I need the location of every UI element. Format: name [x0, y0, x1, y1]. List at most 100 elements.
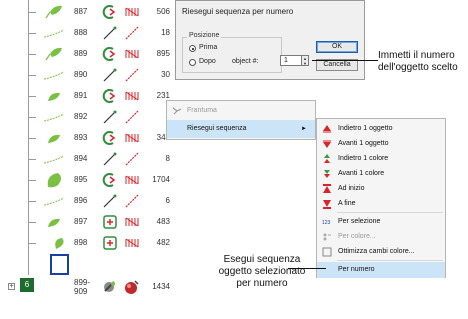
object-number-spinner[interactable]: ▲ ▼ — [302, 55, 309, 66]
tree-branch-line — [28, 243, 36, 244]
object-number-input[interactable]: 1 — [280, 55, 302, 66]
color-ball-icon — [124, 279, 140, 295]
menu-item-riesegui-sequenza[interactable]: Riesegui sequenza ► — [167, 120, 315, 138]
position-group-label: Posizione — [187, 32, 222, 39]
stitch-count: 8 — [165, 154, 170, 163]
stitch-type-icon — [124, 130, 140, 146]
submenu-item-ad-inizio[interactable]: Ad inizio — [317, 181, 445, 197]
group-number-end: 909 — [74, 287, 88, 296]
stitch-count: 1704 — [152, 175, 170, 184]
menu-item-frantuma[interactable]: Frantuma — [167, 102, 315, 120]
object-thumbnail — [40, 151, 70, 167]
group-row-expander-area: + 6 — [0, 275, 36, 297]
submenu-item-label: Ad inizio — [338, 185, 365, 192]
object-type-icon — [102, 214, 118, 230]
menu-item-frantuma-label: Frantuma — [187, 107, 217, 114]
object-type-icon — [102, 130, 118, 146]
up-color-icon — [322, 154, 332, 164]
submenu-item-label: Indietro 1 colore — [338, 155, 389, 162]
submenu-item-indietro-1-colore[interactable]: Indietro 1 colore — [317, 151, 445, 167]
resequence-by-number-dialog: Riesegui sequenza per numero Posizione P… — [175, 0, 365, 80]
radio-prima[interactable]: Prima — [189, 44, 259, 54]
expand-icon[interactable]: + — [8, 283, 15, 290]
object-thumbnail — [40, 67, 70, 83]
tree-branch-line — [28, 222, 36, 223]
ok-button[interactable]: OK — [316, 41, 358, 53]
context-menu: Frantuma Riesegui sequenza ► — [166, 100, 316, 140]
object-number: 889 — [74, 49, 88, 58]
tree-branch-line — [28, 12, 36, 13]
callout-enter-number: Immetti il numero dell'oggetto scelto — [378, 50, 468, 74]
group-row[interactable]: 899- 909 1434 — [36, 277, 170, 297]
object-thumbnail — [40, 4, 70, 20]
object-row[interactable]: 894 8 — [36, 149, 170, 169]
break-apart-icon — [172, 107, 182, 115]
stitch-count: 895 — [156, 49, 170, 58]
object-row[interactable]: 887 506 — [36, 2, 170, 22]
selected-object-highlight — [50, 254, 69, 275]
object-type-icon — [102, 151, 118, 167]
object-list-panel: 8875068881888989589030891231892389334889… — [0, 0, 170, 319]
object-type-icon — [102, 67, 118, 83]
up-red-icon — [322, 124, 332, 134]
group-stitch-count: 1434 — [152, 282, 170, 291]
down-color-icon — [322, 169, 332, 179]
radio-dopo-label: Dopo — [199, 58, 216, 65]
radio-dopo-dot[interactable] — [189, 59, 196, 66]
submenu-item-label: Per selezione — [338, 218, 381, 225]
group-badge: 6 — [20, 278, 34, 292]
mixed-stitch-icon — [102, 279, 118, 295]
object-number: 890 — [74, 70, 88, 79]
by-selection-icon: 123 — [322, 217, 332, 227]
object-row[interactable]: 898 482 — [36, 233, 170, 253]
submenu-item-per-selezione[interactable]: 123 Per selezione — [317, 214, 445, 230]
submenu-item-label: Per colore... — [338, 233, 376, 240]
object-number: 893 — [74, 133, 88, 142]
radio-prima-dot[interactable] — [189, 45, 196, 52]
stitch-type-icon — [124, 4, 140, 20]
object-row[interactable]: 895 1704 — [36, 170, 170, 190]
submenu-item-per-colore[interactable]: Per colore... — [317, 229, 445, 245]
object-row[interactable]: 888 18 — [36, 23, 170, 43]
stitch-type-icon — [124, 193, 140, 209]
down-red-icon — [322, 139, 332, 149]
stitch-count: 483 — [156, 217, 170, 226]
tree-branch-line — [28, 138, 36, 139]
object-thumbnail — [40, 235, 70, 251]
object-row[interactable]: 8923 — [36, 107, 170, 127]
object-row[interactable]: 893 348 — [36, 128, 170, 148]
stitch-type-icon — [124, 214, 140, 230]
submenu-item-per-numero[interactable]: Per numero — [317, 262, 445, 278]
object-thumbnail — [40, 193, 70, 209]
submenu-item-a-fine[interactable]: A fine — [317, 196, 445, 212]
submenu-item-ottimizza-cambi-colore[interactable]: Ottimizza cambi colore... — [317, 244, 445, 260]
submenu-item-avanti-1-colore[interactable]: Avanti 1 colore — [317, 166, 445, 182]
group-number-range: 899- 909 — [74, 277, 100, 298]
object-number: 895 — [74, 175, 88, 184]
object-row[interactable]: 890 30 — [36, 65, 170, 85]
submenu-item-avanti-1-oggetto[interactable]: Avanti 1 oggetto — [317, 136, 445, 152]
menu-separator — [337, 212, 443, 213]
submenu-item-label: Ottimizza cambi colore... — [338, 248, 415, 255]
stitch-type-icon — [124, 46, 140, 62]
submenu-item-label: Avanti 1 oggetto — [338, 140, 389, 147]
object-type-icon — [102, 193, 118, 209]
group-number-start: 899- — [74, 278, 91, 287]
tree-branch-line — [28, 201, 36, 202]
stitch-count: 6 — [165, 196, 170, 205]
position-group: Posizione Prima Dopo — [182, 32, 282, 73]
object-type-icon — [102, 4, 118, 20]
object-row[interactable]: 897 483 — [36, 212, 170, 232]
tree-branch-line — [28, 33, 36, 34]
object-row[interactable]: 896 6 — [36, 191, 170, 211]
to-end-icon — [322, 199, 332, 209]
submenu-item-indietro-1-oggetto[interactable]: Indietro 1 oggetto — [317, 121, 445, 137]
object-row[interactable]: 891 231 — [36, 86, 170, 106]
object-type-icon — [102, 25, 118, 41]
by-color-icon — [322, 232, 332, 242]
object-row[interactable]: 889 895 — [36, 44, 170, 64]
object-type-icon — [102, 235, 118, 251]
object-number: 898 — [74, 238, 88, 247]
object-type-icon — [102, 88, 118, 104]
submenu-item-label: A fine — [338, 200, 356, 207]
